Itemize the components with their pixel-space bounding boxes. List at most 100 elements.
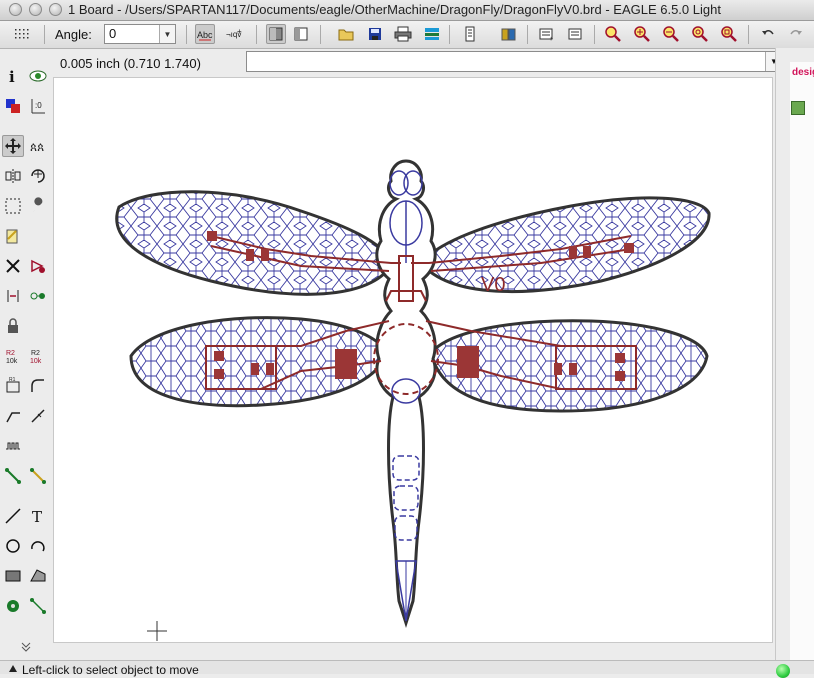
ripup-icon (30, 468, 46, 484)
miter-tool[interactable] (27, 375, 49, 397)
cam-button[interactable] (422, 24, 442, 44)
rect-icon (5, 570, 21, 582)
mark-tool[interactable]: :0 (27, 95, 49, 117)
redo-button[interactable] (786, 24, 806, 44)
text-mirror-button[interactable]: ¬ıqv + (224, 24, 244, 44)
move-tool[interactable] (2, 135, 24, 157)
layer-settings-button[interactable] (291, 24, 311, 44)
smash-tool[interactable]: R1 (2, 375, 24, 397)
undo-button[interactable] (758, 24, 778, 44)
grid-button[interactable] (12, 24, 32, 44)
run-erc-button[interactable] (566, 24, 586, 44)
meander-tool[interactable] (2, 435, 24, 457)
name-tool[interactable]: R2 10k (2, 345, 24, 367)
eye-icon (29, 70, 47, 82)
grid-icon (15, 29, 29, 39)
pinswap-tool[interactable] (2, 285, 24, 307)
route-tool[interactable] (2, 465, 24, 487)
paste-tool[interactable] (2, 225, 24, 247)
zoom-fit-icon (605, 26, 621, 42)
value-tool[interactable]: R2 10k (27, 345, 49, 367)
angle-select[interactable]: 0 ▼ (104, 24, 176, 44)
open-button[interactable] (337, 24, 357, 44)
delete-tool[interactable] (2, 255, 24, 277)
board-drawing: V0 (115, 159, 711, 641)
copy-tool[interactable]: ጰጰ (27, 135, 49, 157)
design-link[interactable]: desig (792, 67, 814, 78)
rect-tool[interactable] (2, 565, 24, 587)
board-canvas[interactable]: V0 (53, 77, 773, 643)
zoom-out-button[interactable] (661, 24, 681, 44)
status-message: Left-click to select object to move (22, 663, 199, 677)
print-button[interactable] (393, 24, 413, 44)
via-tool[interactable] (2, 595, 24, 617)
replace-tool[interactable] (27, 285, 49, 307)
ulp-icon (501, 28, 516, 41)
plugin-icon[interactable] (791, 101, 805, 115)
show-tool[interactable] (27, 65, 49, 87)
pinswap-icon (7, 290, 19, 302)
lock-tool[interactable] (2, 315, 24, 337)
display-layers-tool[interactable] (2, 95, 24, 117)
svg-text:+: + (549, 36, 553, 42)
circle-tool[interactable] (2, 535, 24, 557)
run-drc-button[interactable]: + (537, 24, 557, 44)
layer-visible-button[interactable] (266, 24, 286, 44)
optimize-icon (31, 409, 45, 423)
optimize-tool[interactable] (27, 405, 49, 427)
circle-icon (6, 539, 20, 553)
paste-icon (6, 229, 18, 244)
change-tool[interactable] (27, 195, 49, 217)
text-tool[interactable]: T (27, 505, 49, 527)
text-abc-icon: Abc (197, 30, 213, 41)
zoom-in-button[interactable] (632, 24, 652, 44)
angle-value: 0 (109, 26, 117, 41)
name-icon: R210k (6, 350, 18, 365)
origin-crosshair-icon (147, 621, 167, 641)
right-panel-content (790, 62, 814, 660)
save-button[interactable] (365, 24, 385, 44)
zoom-window-button[interactable] (49, 3, 62, 16)
polygon-tool[interactable] (27, 565, 49, 587)
minimize-window-button[interactable] (29, 3, 42, 16)
text-mirror-icon: ¬ıqv+ (226, 27, 242, 39)
command-line-input[interactable]: ▼ (246, 51, 783, 72)
zoom-fit-button[interactable] (603, 24, 623, 44)
wrench-icon (33, 197, 43, 212)
miter-icon (31, 379, 44, 392)
add-tool[interactable] (27, 255, 49, 277)
ripup-tool[interactable] (27, 465, 49, 487)
smash-icon: R1 (6, 377, 20, 393)
expand-palette-button[interactable] (15, 640, 37, 654)
svg-text:R1: R1 (9, 377, 16, 383)
script-button[interactable] (460, 24, 480, 44)
arc-tool[interactable] (27, 535, 49, 557)
upper-right-wing (419, 196, 711, 294)
svg-text:10k: 10k (6, 358, 18, 365)
rotate-icon (31, 169, 45, 183)
text-icon: T (32, 508, 42, 525)
mirror-tool[interactable] (2, 165, 24, 187)
cam-icon (425, 28, 439, 40)
text-abc-button[interactable]: Abc (195, 24, 215, 44)
chevron-down-icon[interactable]: ▼ (159, 25, 175, 43)
layer-icon (269, 27, 283, 41)
zoom-select-button[interactable] (719, 24, 739, 44)
layer-settings-icon (294, 27, 308, 41)
svg-text:R2: R2 (31, 350, 40, 357)
zoom-redraw-button[interactable] (690, 24, 710, 44)
wire-tool[interactable] (2, 505, 24, 527)
coordinate-display: 0.005 inch (0.710 1.740) (60, 56, 201, 71)
split-tool[interactable] (2, 405, 24, 427)
printer-icon (394, 26, 412, 42)
delete-icon (6, 259, 20, 273)
group-tool[interactable] (2, 195, 24, 217)
ulp-button[interactable] (499, 24, 519, 44)
signal-tool[interactable] (27, 595, 49, 617)
info-tool[interactable]: i (2, 65, 24, 87)
chevron-double-down-icon (21, 642, 31, 652)
lock-icon (8, 318, 18, 333)
close-window-button[interactable] (9, 3, 22, 16)
svg-text:+: + (237, 27, 242, 36)
rotate-tool[interactable] (27, 165, 49, 187)
